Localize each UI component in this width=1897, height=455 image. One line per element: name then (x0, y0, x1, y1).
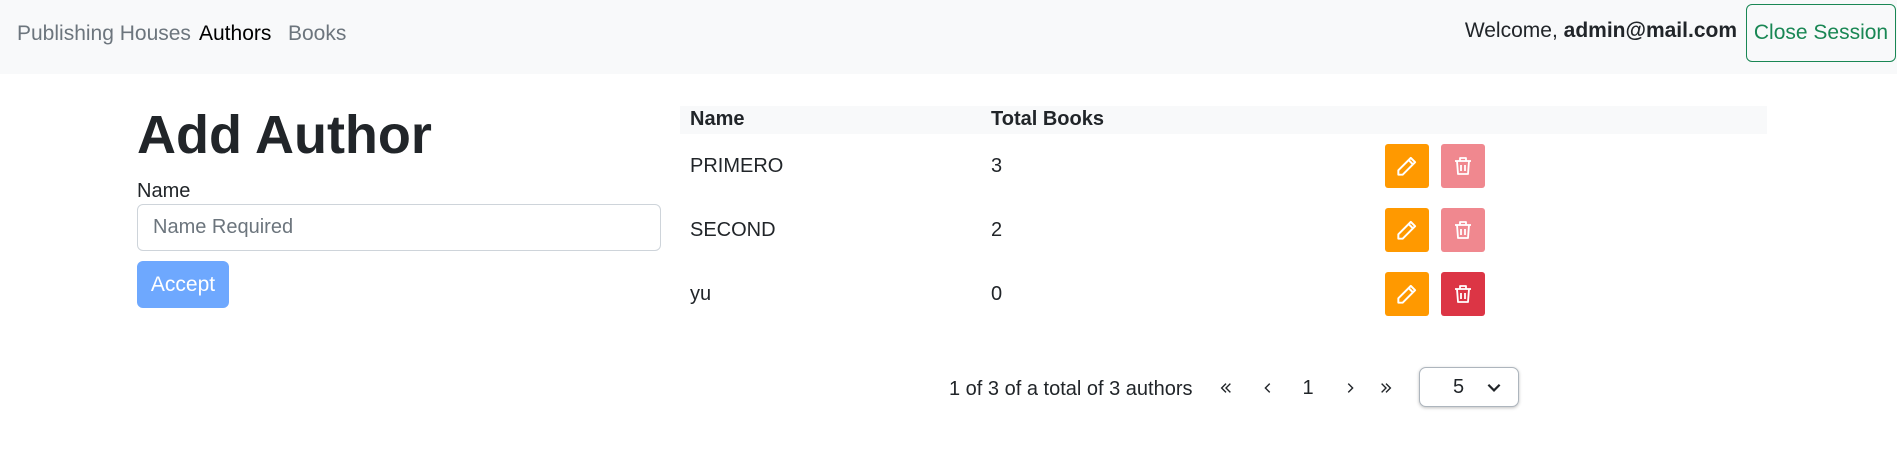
chevron-left-icon (1264, 383, 1271, 393)
accept-button[interactable]: Accept (137, 261, 229, 308)
total-books-cell: 3 (991, 155, 1003, 177)
trash-icon (1455, 157, 1471, 175)
double-chevron-right-icon (1381, 383, 1392, 393)
navbar: Publishing Houses Authors Books Welcome,… (0, 0, 1897, 74)
name-label: Name (137, 180, 191, 202)
page-title: Add Author (137, 105, 432, 165)
chevron-down-icon (1487, 383, 1501, 392)
chevron-right-icon (1347, 383, 1354, 393)
trash-icon (1455, 285, 1471, 303)
delete-button[interactable] (1441, 208, 1485, 252)
edit-button[interactable] (1385, 208, 1429, 252)
page-size-select[interactable]: 5 (1419, 367, 1519, 407)
author-name-cell: SECOND (690, 219, 776, 241)
pagination-info: 1 of 3 of a total of 3 authors (949, 378, 1193, 400)
last-page-button[interactable] (1373, 370, 1399, 406)
trash-icon (1455, 221, 1471, 239)
pencil-icon (1397, 156, 1417, 176)
delete-button[interactable] (1441, 272, 1485, 316)
double-chevron-left-icon (1220, 383, 1231, 393)
delete-button[interactable] (1441, 144, 1485, 188)
total-books-cell: 2 (991, 219, 1003, 241)
current-page-button[interactable]: 1 (1296, 370, 1320, 406)
close-session-button[interactable]: Close Session (1746, 4, 1896, 62)
table-row: yu 0 (680, 263, 1767, 327)
page-size-value: 5 (1453, 376, 1465, 398)
nav-link-publishing-houses[interactable]: Publishing Houses (17, 22, 191, 46)
table-row: SECOND 2 (680, 199, 1767, 263)
pencil-icon (1397, 284, 1417, 304)
previous-page-button[interactable] (1255, 370, 1281, 406)
total-books-cell: 0 (991, 283, 1003, 305)
author-name-cell: yu (690, 283, 712, 305)
next-page-button[interactable] (1337, 370, 1363, 406)
column-header-name: Name (690, 108, 745, 130)
edit-button[interactable] (1385, 272, 1429, 316)
nav-link-authors[interactable]: Authors (199, 22, 271, 46)
edit-button[interactable] (1385, 144, 1429, 188)
table-row: PRIMERO 3 (680, 135, 1767, 199)
nav-link-books[interactable]: Books (288, 22, 346, 46)
user-email: admin@mail.com (1563, 19, 1737, 42)
pencil-icon (1397, 220, 1417, 240)
welcome-message: Welcome, admin@mail.com (1465, 19, 1737, 43)
author-name-cell: PRIMERO (690, 155, 784, 177)
first-page-button[interactable] (1213, 370, 1239, 406)
welcome-prefix: Welcome, (1464, 19, 1558, 42)
name-input[interactable] (137, 204, 661, 251)
table-header: Name Total Books (680, 106, 1767, 134)
column-header-total-books: Total Books (991, 108, 1104, 130)
